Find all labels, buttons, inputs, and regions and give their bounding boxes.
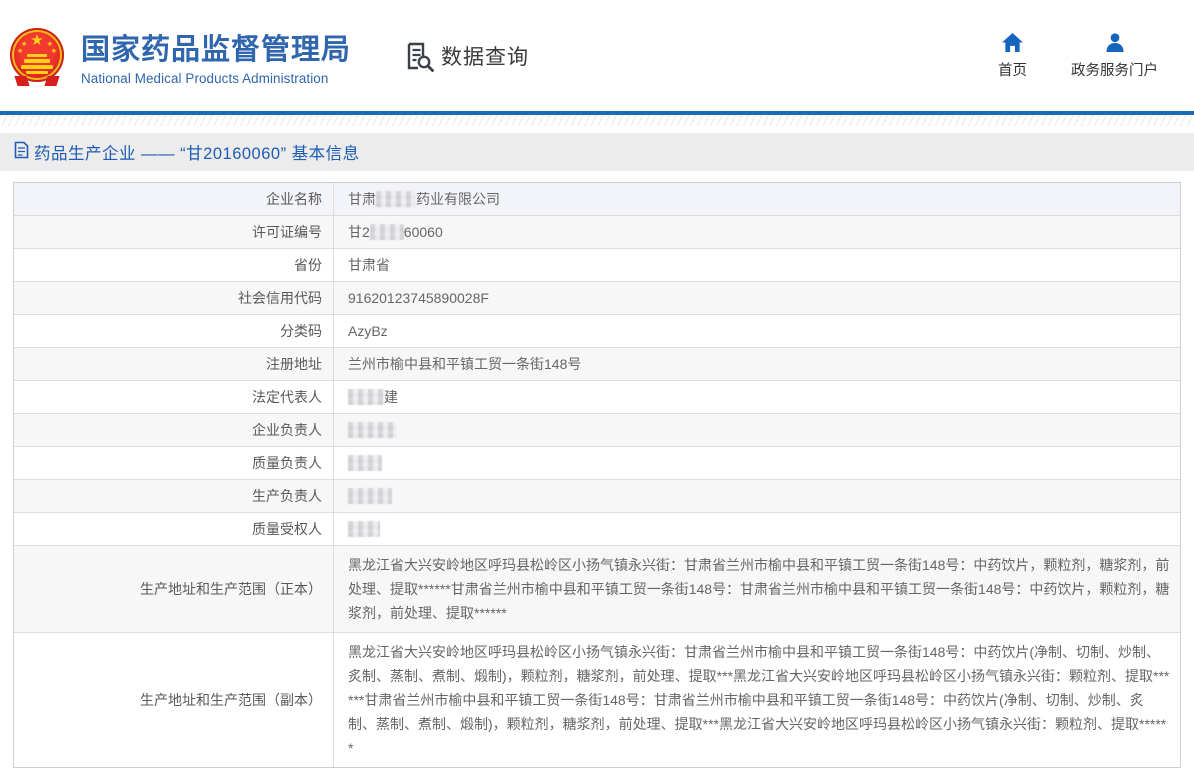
table-row: 生产地址和生产范围（正本）黑龙江省大兴安岭地区呼玛县松岭区小扬气镇永兴街：甘肃省… — [14, 546, 1180, 633]
row-label: 注册地址 — [14, 348, 334, 380]
table-row: 社会信用代码 91620123745890028F — [14, 282, 1180, 315]
row-label: 企业名称 — [14, 183, 334, 215]
row-value — [334, 480, 1180, 512]
org-name-zh: 国家药品监督管理局 — [81, 26, 351, 68]
nmpa-emblem-logo: ★ ★★ ★★ — [10, 28, 64, 86]
nav-home[interactable]: 首页 — [998, 32, 1027, 80]
row-value — [334, 414, 1180, 446]
table-row: 企业负责人 — [14, 414, 1180, 447]
row-value: 黑龙江省大兴安岭地区呼玛县松岭区小扬气镇永兴街：甘肃省兰州市榆中县和平镇工贸一条… — [334, 546, 1180, 632]
header-nav: 首页 政务服务门户 — [998, 32, 1158, 80]
table-row: 省份甘肃省 — [14, 249, 1180, 282]
row-value: 建 — [334, 381, 1180, 413]
nav-home-label: 首页 — [998, 59, 1027, 80]
table-row: 生产地址和生产范围（副本）黑龙江省大兴安岭地区呼玛县松岭区小扬气镇永兴街：甘肃省… — [14, 633, 1180, 767]
row-value: 91620123745890028F — [334, 282, 1180, 314]
value-text: 建 — [384, 387, 398, 407]
value-text: 甘肃省 — [348, 255, 390, 275]
table-row: 法定代表人 建 — [14, 381, 1180, 414]
value-text: 兰州市榆中县和平镇工贸一条街148号 — [348, 354, 581, 374]
value-text: AzyBz — [348, 323, 388, 339]
redacted-value — [348, 488, 392, 504]
nav-gov-portal[interactable]: 政务服务门户 — [1071, 32, 1158, 80]
page-title-bar: 药品生产企业 —— “甘20160060” 基本信息 — [0, 133, 1194, 171]
value-text: 药业有限公司 — [416, 189, 500, 209]
org-title-block: 国家药品监督管理局 National Medical Products Admi… — [81, 26, 351, 86]
data-query-section[interactable]: 数据查询 — [403, 40, 529, 72]
row-label: 生产地址和生产范围（正本） — [14, 546, 334, 632]
row-value — [334, 447, 1180, 479]
row-label: 社会信用代码 — [14, 282, 334, 314]
document-icon — [14, 141, 34, 164]
table-row: 分类码 AzyBz — [14, 315, 1180, 348]
redacted-value — [370, 224, 404, 240]
redacted-value — [348, 455, 382, 471]
row-label: 生产负责人 — [14, 480, 334, 512]
redacted-value — [348, 521, 380, 537]
row-label: 省份 — [14, 249, 334, 281]
data-query-title: 数据查询 — [441, 41, 529, 71]
org-name-en: National Medical Products Administration — [81, 71, 351, 86]
redacted-value — [376, 191, 416, 207]
row-value: 兰州市榆中县和平镇工贸一条街148号 — [334, 348, 1180, 380]
value-text: 黑龙江省大兴安岭地区呼玛县松岭区小扬气镇永兴街：甘肃省兰州市榆中县和平镇工贸一条… — [348, 644, 1169, 756]
table-row: 质量负责人 — [14, 447, 1180, 480]
table-row: 许可证编号甘2 60060 — [14, 216, 1180, 249]
value-text: 甘2 — [348, 222, 370, 242]
row-value: 甘2 60060 — [334, 216, 1180, 248]
table-row: 企业名称甘肃 药业有限公司 — [14, 183, 1180, 216]
redacted-value — [348, 389, 384, 405]
header: ★ ★★ ★★ 国家药品监督管理局 National Medical Produ… — [0, 0, 1194, 111]
row-label: 质量受权人 — [14, 513, 334, 545]
nav-gov-portal-label: 政务服务门户 — [1071, 59, 1158, 80]
row-label: 企业负责人 — [14, 414, 334, 446]
row-value: AzyBz — [334, 315, 1180, 347]
user-icon — [1104, 32, 1126, 59]
table-row: 质量受权人 — [14, 513, 1180, 546]
document-search-icon — [403, 40, 435, 72]
value-text: 黑龙江省大兴安岭地区呼玛县松岭区小扬气镇永兴街：甘肃省兰州市榆中县和平镇工贸一条… — [348, 557, 1169, 621]
row-label: 质量负责人 — [14, 447, 334, 479]
row-label: 生产地址和生产范围（副本） — [14, 633, 334, 767]
value-text: 91620123745890028F — [348, 290, 489, 306]
row-value: 黑龙江省大兴安岭地区呼玛县松岭区小扬气镇永兴街：甘肃省兰州市榆中县和平镇工贸一条… — [334, 633, 1180, 767]
info-table: 企业名称甘肃 药业有限公司许可证编号甘2 60060 省份甘肃省社会信用代码 91620… — [13, 182, 1181, 768]
value-text: 60060 — [404, 224, 443, 240]
row-label: 许可证编号 — [14, 216, 334, 248]
row-value: 甘肃省 — [334, 249, 1180, 281]
row-label: 分类码 — [14, 315, 334, 347]
home-icon — [1001, 32, 1024, 59]
row-value — [334, 513, 1180, 545]
table-row: 生产负责人 — [14, 480, 1180, 513]
hatch-strip — [0, 115, 1194, 126]
table-row: 注册地址兰州市榆中县和平镇工贸一条街148号 — [14, 348, 1180, 381]
row-label: 法定代表人 — [14, 381, 334, 413]
value-text: 甘肃 — [348, 189, 376, 209]
row-value: 甘肃 药业有限公司 — [334, 183, 1180, 215]
page-title: 药品生产企业 —— “甘20160060” 基本信息 — [34, 140, 360, 164]
redacted-value — [348, 422, 396, 438]
